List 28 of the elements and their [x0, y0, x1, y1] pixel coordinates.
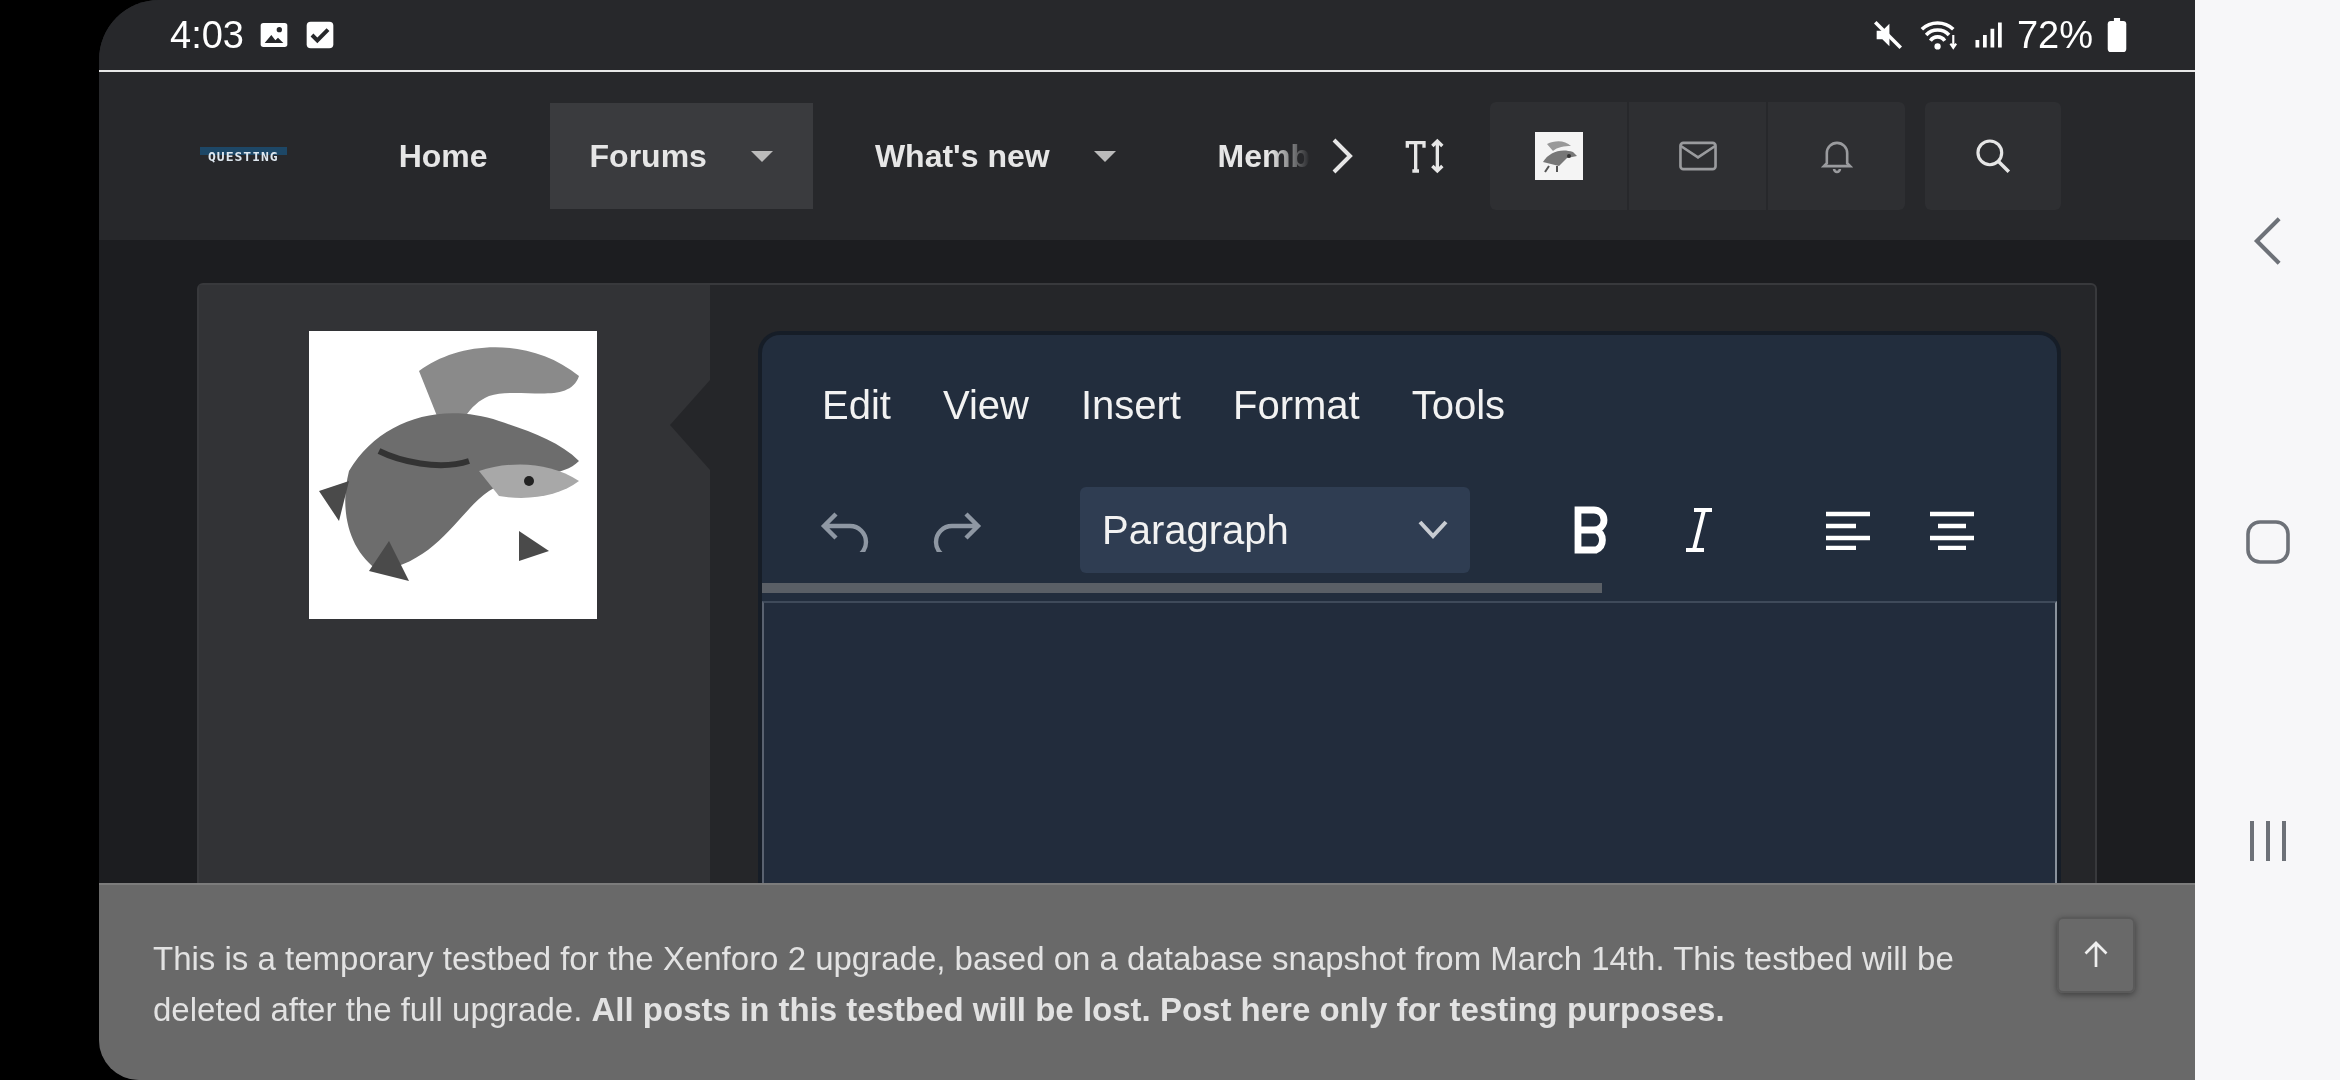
- menu-item[interactable]: Insert: [1080, 383, 1181, 459]
- caret-icon[interactable]: [750, 150, 773, 162]
- nav-tab[interactable]: Memb: [1177, 103, 1311, 209]
- chevron-right-icon[interactable]: [1330, 136, 1355, 176]
- battery-icon: [2107, 18, 2127, 52]
- nav-tab[interactable]: Home: [358, 103, 528, 209]
- menu-item[interactable]: View: [942, 383, 1029, 459]
- caret-icon[interactable]: [1093, 150, 1116, 162]
- search-icon[interactable]: [1974, 137, 2013, 175]
- scrollbar[interactable]: [762, 583, 1602, 593]
- clock-time: 4:03: [170, 13, 244, 57]
- chevron-down-icon: [1418, 520, 1448, 540]
- menu-item[interactable]: Format: [1232, 383, 1360, 459]
- notice-text: This is a temporary testbed for the Xenforo 2 upgrade, based on a database snapshot from March 14th. This testbed will be deleted after the full upgrade. All posts in this testbed will be lost. Post here only for testing purposes.: [153, 939, 1955, 1030]
- mail-icon[interactable]: [1678, 141, 1717, 171]
- battery-percentage: 72%: [2016, 13, 2093, 57]
- nav-tab[interactable]: What's new: [834, 103, 1156, 209]
- back-icon[interactable]: [2252, 215, 2283, 268]
- scroll-to-top-button[interactable]: [2057, 917, 2135, 993]
- home-icon[interactable]: [2243, 518, 2292, 566]
- align-left-icon[interactable]: [1824, 510, 1872, 550]
- site-logo[interactable]: QUESTING: [200, 146, 287, 166]
- italic-icon[interactable]: [1684, 506, 1714, 554]
- align-center-icon[interactable]: [1928, 510, 1976, 550]
- menu-item[interactable]: Tools: [1411, 383, 1506, 459]
- menu-item[interactable]: Edit: [822, 383, 891, 459]
- block-format-dropdown[interactable]: Paragraph: [1080, 487, 1470, 573]
- nav-tab[interactable]: Forums: [549, 103, 813, 209]
